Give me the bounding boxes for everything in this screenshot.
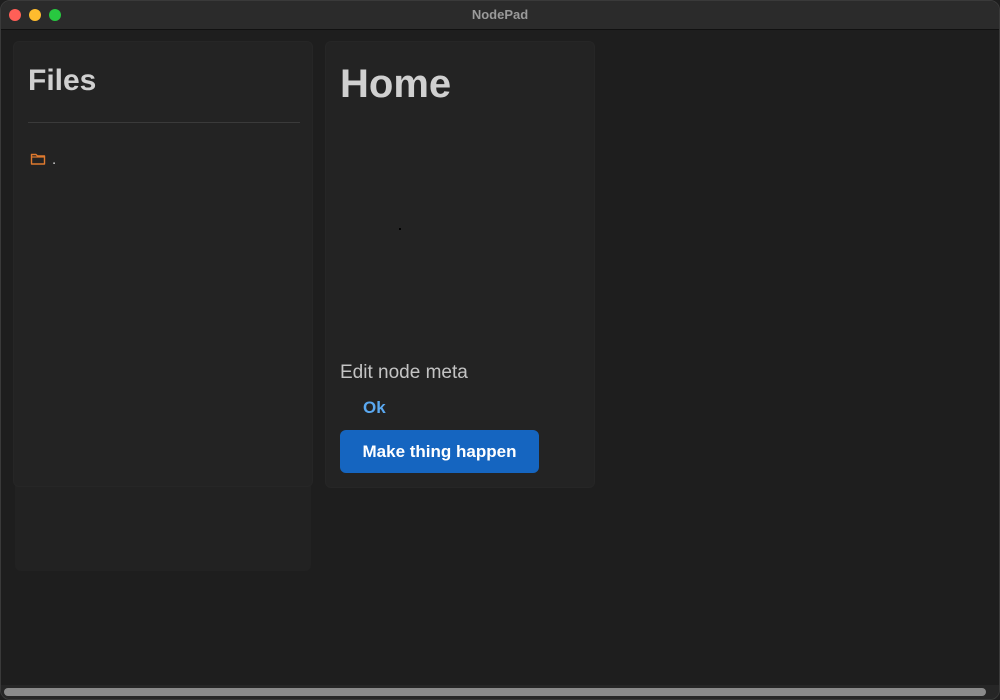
home-panel: Home Edit node meta Ok Make thing happen [325, 41, 595, 488]
make-thing-happen-button[interactable]: Make thing happen [340, 430, 539, 473]
window-title: NodePad [471, 7, 529, 22]
ok-link[interactable]: Ok [363, 398, 386, 418]
app-window: NodePad Files . Home Edit node meta Ok M… [0, 0, 1000, 700]
file-tree-item-root[interactable]: . [30, 150, 56, 168]
files-title: Files [28, 64, 97, 97]
home-title: Home [340, 62, 452, 106]
canvas-dot [399, 228, 401, 230]
horizontal-scrollbar[interactable] [1, 685, 999, 699]
edit-node-meta-label: Edit node meta [340, 362, 468, 383]
folder-icon [30, 152, 46, 166]
horizontal-scrollbar-thumb[interactable] [4, 688, 986, 696]
files-divider [28, 122, 300, 123]
title-bar[interactable]: NodePad [1, 1, 999, 30]
files-panel: Files . [13, 41, 313, 487]
file-tree-item-label: . [52, 150, 57, 168]
